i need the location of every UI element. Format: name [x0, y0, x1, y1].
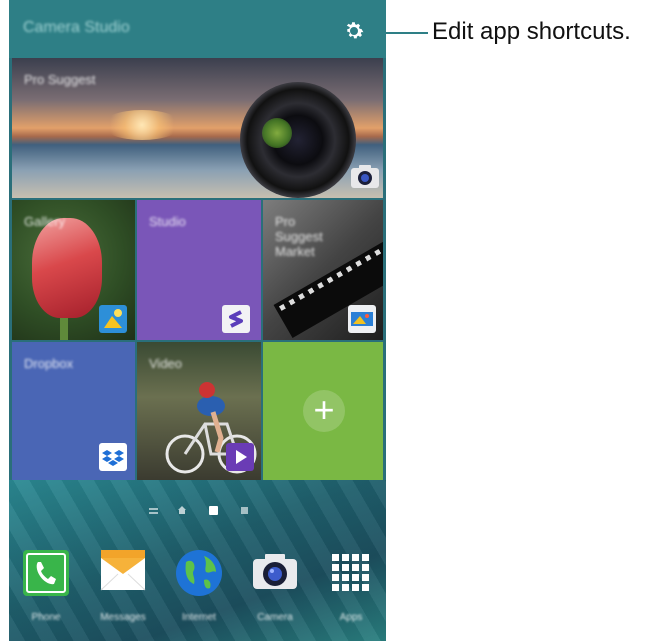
camera-icon	[351, 165, 379, 188]
tile-studio[interactable]: Studio	[137, 200, 261, 340]
dock-label-internet: Internet	[182, 612, 216, 623]
tile-label: Pro Suggest Market	[275, 214, 323, 259]
tile-label: Gallery	[24, 214, 66, 229]
page-dot-current	[209, 506, 218, 515]
app-bar: Camera Studio	[9, 0, 386, 58]
callout-text: Edit app shortcuts.	[432, 18, 631, 45]
tile-label: Video	[149, 356, 183, 371]
camera-lens-image	[240, 82, 356, 198]
tile-video[interactable]: Video	[137, 342, 261, 480]
add-icon[interactable]: +	[303, 390, 345, 432]
gear-icon[interactable]	[342, 19, 366, 43]
phone-screen: Camera Studio Pro Suggest Gallery Studio	[9, 0, 386, 641]
tile-label: Studio	[149, 214, 186, 229]
sunset-glow	[102, 110, 182, 140]
play-icon	[226, 443, 254, 471]
camera-app-icon[interactable]	[250, 548, 300, 598]
tile-pro-suggest-market[interactable]: Pro Suggest Market	[263, 200, 383, 340]
tile-label: Pro Suggest	[24, 72, 96, 87]
home-page-icon	[178, 506, 186, 514]
studio-s-icon	[222, 305, 250, 333]
film-icon	[348, 305, 376, 333]
tile-dropbox[interactable]: Dropbox	[12, 342, 135, 480]
globe-icon[interactable]	[174, 548, 224, 598]
apps-grid-icon[interactable]	[326, 548, 376, 598]
page-indicator-menu-icon	[149, 508, 158, 510]
dock-label-messages: Messages	[100, 612, 146, 623]
gallery-icon	[99, 305, 127, 333]
messages-icon[interactable]	[98, 548, 148, 598]
dropbox-icon	[99, 443, 127, 471]
tile-label: Dropbox	[24, 356, 74, 371]
callout-line	[382, 32, 428, 34]
page-indicator	[149, 505, 259, 517]
dock-label-phone: Phone	[31, 612, 61, 623]
tile-gallery[interactable]: Gallery	[12, 200, 135, 340]
tile-pro-suggest[interactable]: Pro Suggest	[12, 58, 383, 198]
tile-add-shortcut[interactable]: +	[263, 342, 383, 480]
phone-icon[interactable]	[21, 548, 71, 598]
page-dot	[241, 507, 248, 514]
dock-label-apps: Apps	[339, 612, 363, 623]
dock-label-camera: Camera	[257, 612, 293, 623]
tulip-image	[32, 218, 102, 318]
app-title: Camera Studio	[23, 19, 130, 36]
